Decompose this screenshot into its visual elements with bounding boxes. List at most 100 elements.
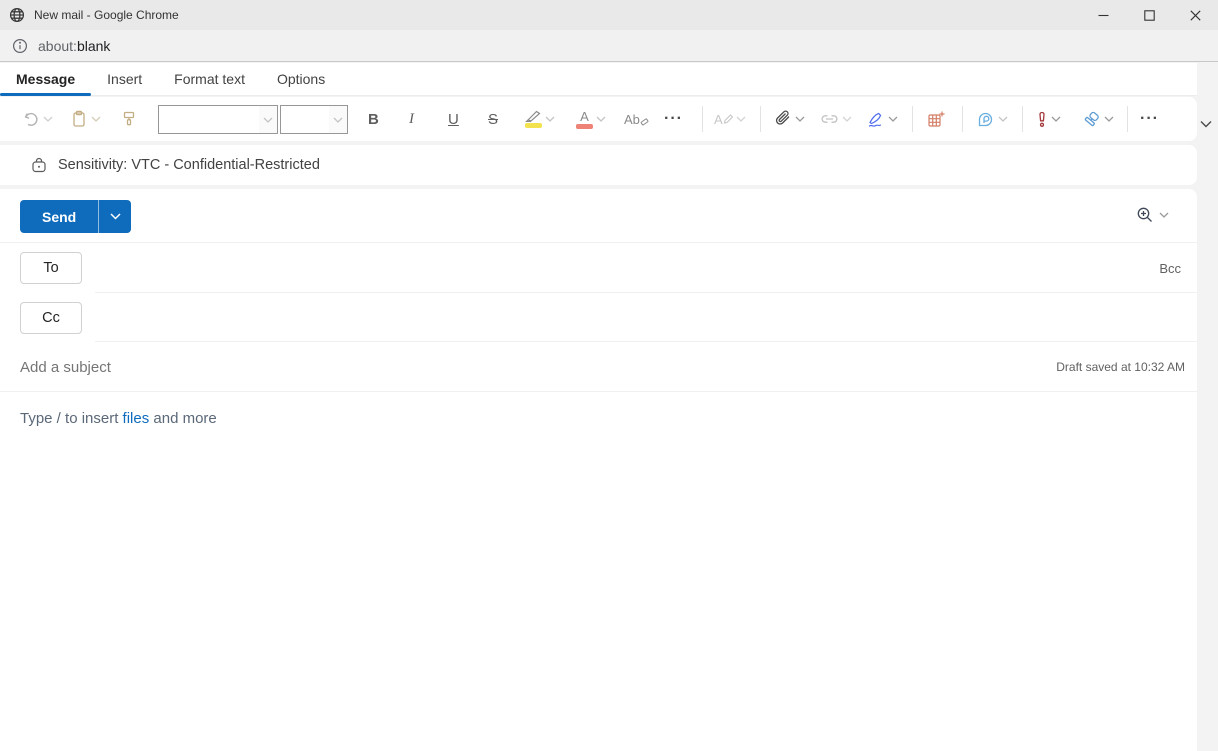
url-scheme: about: (38, 37, 77, 54)
chrome-popup-window: New mail - Google Chrome about:blank Mes… (0, 0, 1218, 751)
tab-insert[interactable]: Insert (91, 63, 158, 95)
toolbar-divider (702, 106, 703, 132)
chevron-down-icon (596, 116, 606, 122)
font-color-button[interactable]: A (576, 97, 606, 141)
draw-text-button[interactable]: A (714, 97, 746, 141)
body-placeholder: Type / to insert files and more (20, 410, 217, 427)
link-icon (821, 115, 838, 123)
loop-icon (978, 112, 993, 126)
toolbar-divider (1022, 106, 1023, 132)
close-button[interactable] (1172, 0, 1218, 30)
chevron-down-icon (110, 213, 121, 220)
chevron-down-icon (1051, 116, 1061, 122)
tab-message[interactable]: Message (0, 63, 92, 96)
sensitivity-label: Sensitivity: VTC - Confidential-Restrict… (58, 157, 320, 173)
title-bar: New mail - Google Chrome (0, 0, 1218, 30)
body-placeholder-suffix: and more (149, 410, 217, 427)
to-button[interactable]: To (20, 252, 82, 284)
minimize-button[interactable] (1080, 0, 1126, 30)
chevron-down-icon (329, 106, 347, 133)
sensitivity-button[interactable] (1082, 97, 1114, 141)
collapse-ribbon-button[interactable] (1200, 120, 1212, 128)
window-title: New mail - Google Chrome (34, 8, 179, 22)
chevron-down-icon (259, 106, 277, 133)
bold-icon: B (368, 110, 379, 128)
zoom-in-icon (1137, 207, 1152, 222)
undo-icon (24, 112, 38, 126)
maximize-button[interactable] (1126, 0, 1172, 30)
sensitivity-banner[interactable]: Sensitivity: VTC - Confidential-Restrict… (0, 145, 1197, 185)
font-color-icon: A (576, 110, 593, 129)
zoom-control[interactable] (1136, 206, 1169, 224)
toolbar-divider (1127, 106, 1128, 132)
paperclip-icon (775, 110, 790, 125)
attach-file-button[interactable] (774, 97, 805, 141)
insert-signature-button[interactable] (866, 97, 898, 141)
cc-button[interactable]: Cc (20, 302, 82, 334)
italic-icon: I (409, 110, 414, 127)
underline-button[interactable]: U (448, 97, 459, 141)
signature-icon (868, 112, 882, 127)
table-plus-icon (928, 111, 945, 127)
cc-row[interactable]: Cc (0, 293, 1197, 342)
subject-input[interactable]: Add a subject (20, 342, 111, 392)
briefcase-lock-icon (32, 157, 46, 173)
clear-formatting-icon: Ab (624, 113, 649, 126)
font-name-select[interactable] (158, 105, 278, 134)
high-importance-button[interactable] (1036, 97, 1061, 141)
exclamation-icon (1039, 111, 1045, 127)
toolbar-divider (760, 106, 761, 132)
bcc-toggle[interactable]: Bcc (1159, 243, 1181, 293)
paste-button[interactable] (70, 97, 101, 141)
more-horizontal-icon: ··· (1140, 110, 1159, 127)
clear-formatting-button[interactable]: Ab (624, 97, 649, 141)
text-highlight-button[interactable] (524, 97, 555, 141)
font-size-select[interactable] (280, 105, 348, 134)
strikethrough-icon: S (488, 110, 499, 128)
ribbon-tab-row: Message Insert Format text Options (0, 63, 1197, 96)
to-row[interactable]: To Bcc (0, 243, 1197, 293)
strikethrough-button[interactable]: S (488, 97, 498, 141)
italic-button[interactable]: I (409, 97, 414, 141)
url-path: blank (76, 37, 111, 54)
chevron-down-icon (1200, 121, 1212, 128)
tab-format-text[interactable]: Format text (158, 63, 261, 95)
chevron-down-icon (43, 116, 53, 122)
insert-files-link[interactable]: files (123, 410, 150, 427)
formatting-toolbar: B I U S A Ab ··· A ··· (0, 97, 1197, 141)
chevron-down-icon (842, 116, 852, 122)
format-painter-icon (123, 111, 135, 126)
send-options-dropdown[interactable] (99, 200, 131, 233)
chevron-down-icon (91, 116, 101, 122)
send-button[interactable]: Send (20, 200, 100, 233)
send-split-button: Send (20, 200, 132, 233)
chevron-down-icon (1159, 212, 1169, 218)
sensitivity-stamp-icon (1084, 111, 1099, 126)
toolbar-divider (962, 106, 963, 132)
chevron-down-icon (736, 116, 746, 122)
insert-table-button[interactable] (926, 97, 945, 141)
toolbar-divider (912, 106, 913, 132)
bold-button[interactable]: B (368, 97, 379, 141)
more-options-button[interactable]: ··· (1140, 97, 1159, 141)
paste-icon (73, 110, 85, 127)
send-row: Send (0, 189, 1197, 243)
body-placeholder-prefix: Type / to insert (20, 410, 123, 427)
url-text: about:blank (38, 38, 110, 54)
url-bar[interactable]: about:blank (0, 30, 1218, 62)
compose-area: Send To Bcc Cc Add a subject Draft saved… (0, 189, 1197, 751)
page-info-icon[interactable] (12, 38, 28, 54)
page-globe-icon (9, 7, 25, 23)
more-formatting-button[interactable]: ··· (664, 97, 683, 141)
chevron-down-icon (998, 116, 1008, 122)
undo-button[interactable] (22, 97, 53, 141)
draft-saved-status: Draft saved at 10:32 AM (1056, 360, 1185, 374)
loop-component-button[interactable] (976, 97, 1008, 141)
insert-link-button[interactable] (820, 97, 852, 141)
format-painter-button[interactable] (120, 97, 138, 141)
chevron-down-icon (545, 116, 555, 122)
tab-options[interactable]: Options (261, 63, 341, 95)
more-horizontal-icon: ··· (664, 110, 683, 127)
subject-row[interactable]: Add a subject Draft saved at 10:32 AM (0, 342, 1197, 392)
message-body[interactable]: Type / to insert files and more (0, 392, 1197, 751)
